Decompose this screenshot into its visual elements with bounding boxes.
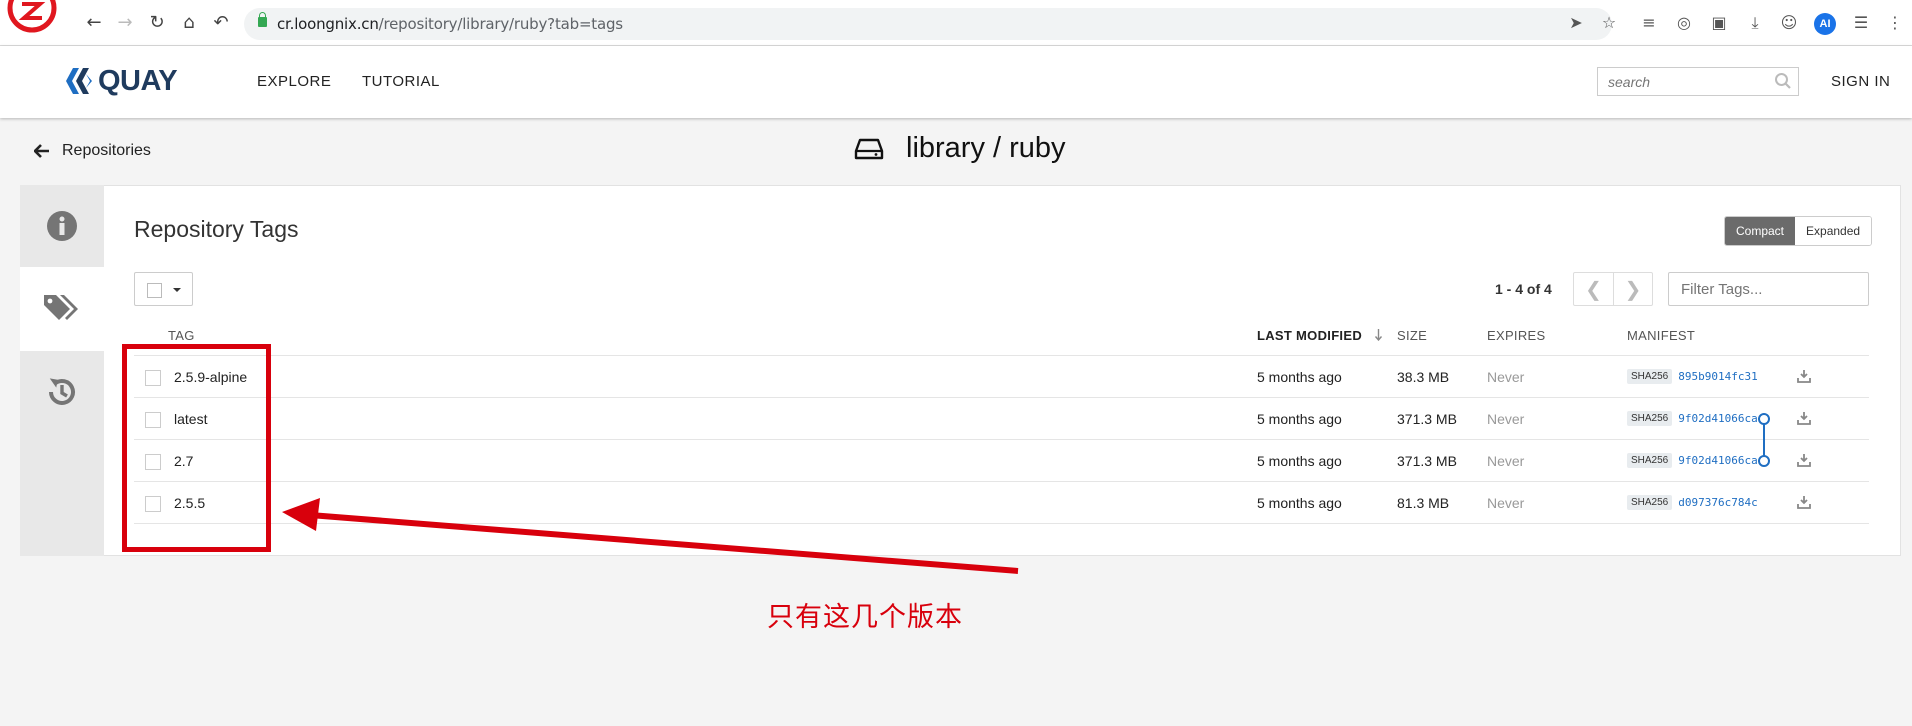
repo-name: library / ruby [906,132,1066,164]
last-modified: 5 months ago [1257,369,1342,385]
digest-label: SHA256 [1627,453,1673,468]
select-all-checkbox[interactable] [147,283,162,298]
expires[interactable]: Never [1487,495,1524,511]
size: 371.3 MB [1397,411,1457,427]
digest-label: SHA256 [1627,411,1673,426]
undo-icon[interactable]: ↶ [211,12,231,34]
paging-count: 1 - 4 of 4 [1495,281,1552,297]
url-text[interactable]: cr.loongnix.cn/repository/library/ruby?t… [277,15,623,33]
digest-hash[interactable]: 895b9014fc31 [1678,370,1757,383]
download-icon[interactable] [1797,453,1811,467]
home-icon[interactable]: ⌂ [179,12,199,34]
connector-node [1758,413,1770,425]
send-icon[interactable]: ➤ [1566,13,1586,33]
compact-button[interactable]: Compact [1725,217,1796,245]
connector-node [1758,455,1770,467]
expires[interactable]: Never [1487,453,1524,469]
lock-icon [258,12,267,27]
nav-explore[interactable]: EXPLORE [257,73,331,90]
settings-icon[interactable]: ☰ [1850,12,1872,34]
hard-drive-icon [854,138,884,159]
size: 38.3 MB [1397,369,1450,385]
tags-icon [44,295,78,320]
size: 371.3 MB [1397,453,1457,469]
expanded-button[interactable]: Expanded [1795,217,1872,245]
download-icon[interactable] [1797,495,1811,509]
table-row: latest 5 months ago 371.3 MB Never SHA25… [134,398,1869,440]
back-icon[interactable]: ← [84,12,104,34]
menu-icon[interactable]: ⋮ [1884,12,1906,34]
col-size[interactable]: SIZE [1397,328,1427,343]
filter-tags-input[interactable] [1669,273,1859,305]
ai-extension-icon[interactable]: AI [1814,13,1836,35]
back-label: Repositories [62,142,151,159]
profile-icon[interactable]: ☺ [1778,12,1800,34]
expires[interactable]: Never [1487,411,1524,427]
caret-down-icon[interactable] [173,288,181,292]
search-icon[interactable] [1774,72,1792,90]
last-modified: 5 months ago [1257,495,1342,511]
digest-hash[interactable]: 9f02d41066ca [1678,454,1757,467]
last-modified: 5 months ago [1257,411,1342,427]
repo-title: library / ruby [854,132,1066,165]
col-last-modified-label: LAST MODIFIED [1257,328,1363,343]
col-tag[interactable]: TAG [168,328,195,343]
col-manifest[interactable]: MANIFEST [1627,328,1695,343]
camera-icon[interactable]: ▣ [1708,12,1730,34]
next-page-button[interactable]: ❯ [1612,273,1652,305]
tab-info[interactable] [20,185,104,267]
nav-tutorial[interactable]: TUTORIAL [362,73,440,90]
pager: ❮ ❯ [1573,272,1653,306]
reload-icon[interactable]: ↻ [147,12,167,34]
annotation-highlight-box [122,344,271,552]
back-to-repositories[interactable]: Repositories [34,142,151,160]
bulk-select-dropdown[interactable] [134,272,193,306]
download-icon[interactable] [1797,369,1811,383]
quay-logo-icon [66,68,92,94]
globe-icon[interactable]: ◎ [1673,12,1695,34]
forward-icon[interactable]: → [115,12,135,34]
url-host: cr.loongnix.cn [277,15,379,33]
info-icon [47,211,77,241]
annotation-arrow-icon [282,498,1019,574]
filter-box [1668,272,1869,306]
url-path: /repository/library/ruby?tab=tags [378,15,623,33]
star-icon[interactable]: ☆ [1599,13,1619,33]
table-row: 2.7 5 months ago 371.3 MB Never SHA256 9f… [134,440,1869,482]
playlist-icon[interactable]: ≡ [1638,12,1660,34]
annotation-note: 只有这几个版本 [767,602,963,633]
tab-tags[interactable] [20,267,104,351]
arrow-left-icon [34,144,49,158]
digest-hash[interactable]: 9f02d41066ca [1678,412,1757,425]
sort-down-icon [1374,329,1383,341]
col-expires[interactable]: EXPIRES [1487,328,1545,343]
manifest-digest[interactable]: SHA256 9f02d41066ca [1627,411,1758,426]
sign-in-link[interactable]: SIGN IN [1831,73,1890,90]
tab-history[interactable] [20,351,104,433]
view-toggle: Compact Expanded [1724,216,1873,246]
search-box [1597,67,1799,96]
logo-text: QUAY [98,64,178,97]
col-last-modified[interactable]: LAST MODIFIED [1257,328,1383,343]
manifest-digest[interactable]: SHA256 d097376c784c [1627,495,1758,510]
browser-logo-icon [7,0,57,33]
history-icon [49,378,75,405]
expires[interactable]: Never [1487,369,1524,385]
table-row: 2.5.9-alpine 5 months ago 38.3 MB Never … [134,356,1869,398]
quay-logo[interactable]: QUAY [64,64,178,97]
manifest-digest[interactable]: SHA256 9f02d41066ca [1627,453,1758,468]
search-input[interactable] [1598,68,1768,95]
last-modified: 5 months ago [1257,453,1342,469]
download-icon[interactable]: ⤓ [1744,12,1766,34]
side-tabs [20,185,104,556]
manifest-digest[interactable]: SHA256 895b9014fc31 [1627,369,1758,384]
size: 81.3 MB [1397,495,1450,511]
download-icon[interactable] [1797,411,1811,425]
prev-page-button[interactable]: ❮ [1574,273,1613,305]
section-title: Repository Tags [134,216,299,242]
digest-label: SHA256 [1627,495,1673,510]
digest-hash[interactable]: d097376c784c [1678,496,1757,509]
digest-label: SHA256 [1627,369,1673,384]
